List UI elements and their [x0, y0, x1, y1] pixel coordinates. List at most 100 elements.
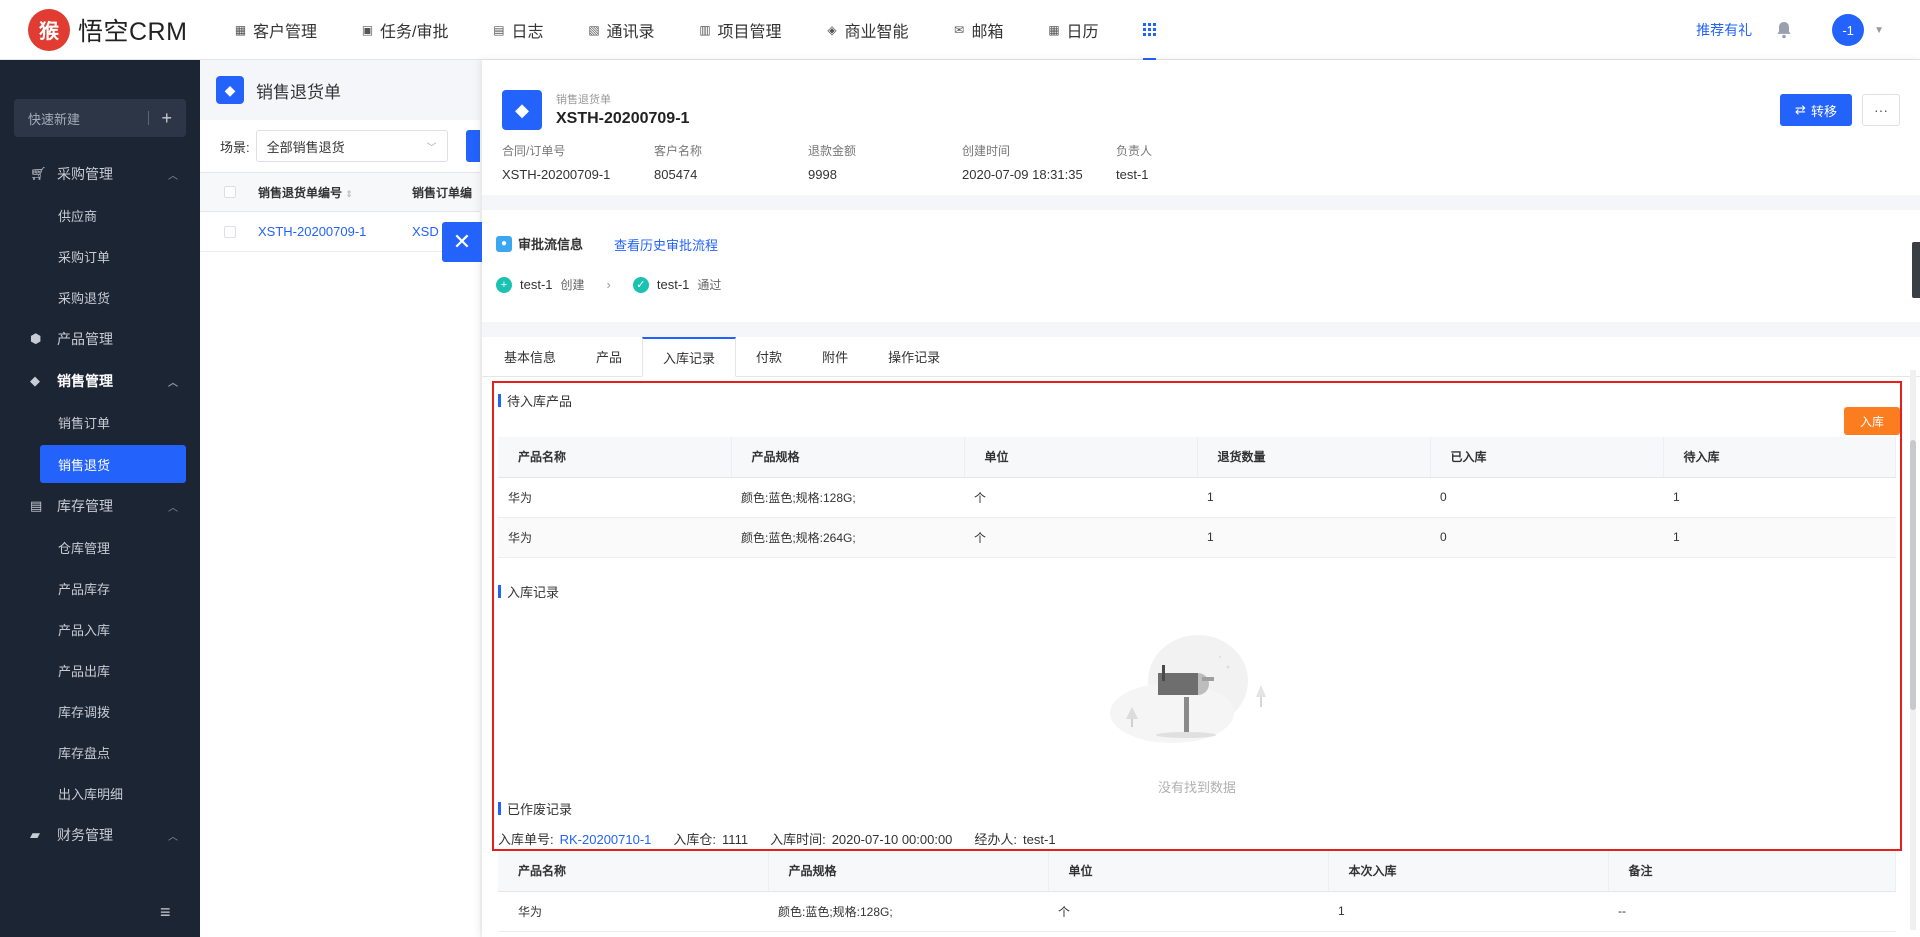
field-customer: 客户名称 805474: [654, 144, 703, 182]
approval-action: 创建: [560, 278, 585, 292]
logo[interactable]: 猴 悟空CRM: [28, 8, 198, 51]
nav-bi[interactable]: ◈ 商业智能: [826, 0, 908, 60]
tab-operation-log[interactable]: 操作记录: [868, 336, 960, 376]
approver-name: test-1: [656, 277, 690, 292]
approval-history-link[interactable]: 查看历史审批流程: [614, 235, 718, 254]
section-title-pending: 待入库产品: [498, 391, 572, 410]
nav-contacts[interactable]: ▧ 通讯录: [587, 0, 654, 60]
sidebar-group-product[interactable]: ⬢ 产品管理: [0, 318, 200, 360]
column-header[interactable]: 销售订单编: [412, 184, 472, 201]
column-header[interactable]: 销售退货单编号 ⇕: [258, 184, 412, 201]
nav-apps[interactable]: [1142, 0, 1156, 60]
transfer-button[interactable]: ⇄ 转移: [1780, 94, 1852, 126]
collapse-menu-icon[interactable]: ≡: [160, 902, 171, 923]
field-created: 创建时间 2020-07-09 18:31:35: [962, 144, 1083, 182]
scrollbar-thumb[interactable]: [1910, 440, 1916, 710]
more-button[interactable]: ···: [1862, 94, 1900, 126]
sidebar-item-stocktake[interactable]: 库存盘点: [0, 732, 200, 773]
sidebar-group-purchase[interactable]: 🛒︎ 采购管理 ︿: [0, 153, 200, 195]
order-no-link[interactable]: XSD: [412, 224, 439, 239]
sidebar-item-sales-order[interactable]: 销售订单: [0, 402, 200, 443]
stock-in-no-link[interactable]: RK-20200710-1: [560, 832, 652, 847]
tab-stock-in-records[interactable]: 入库记录: [642, 337, 737, 377]
nav-log[interactable]: ▤ 日志: [492, 0, 543, 60]
sidebar-group-label: 产品管理: [57, 331, 113, 347]
sidebar-group-finance[interactable]: ▰ 财务管理 ︿: [0, 814, 200, 856]
recommend-link[interactable]: 推荐有礼: [1696, 20, 1752, 40]
table-row[interactable]: 华为 颜色:蓝色;规格:128G; 个 1 0 1: [498, 477, 1896, 518]
chevron-up-icon: ︿: [168, 170, 178, 182]
sidebar-item-stock-in[interactable]: 产品入库: [0, 609, 200, 650]
sidebar-item-transfer[interactable]: 库存调拨: [0, 691, 200, 732]
page-title: 销售退货单: [256, 82, 341, 102]
field-refund: 退款金额 9998: [808, 144, 857, 182]
tab-payment[interactable]: 付款: [736, 336, 802, 376]
contacts-icon: ▧: [588, 22, 600, 37]
transfer-icon: ⇄: [1795, 102, 1806, 117]
list-header: ◆ 销售退货单: [200, 60, 480, 120]
sidebar-item-warehouse[interactable]: 仓库管理: [0, 527, 200, 568]
wallet-icon: ▰: [30, 827, 40, 842]
nav-project[interactable]: ▥ 项目管理: [699, 0, 781, 60]
chevron-down-icon: ﹀: [426, 142, 437, 154]
table-row[interactable]: XSTH-20200709-1 XSD: [200, 212, 480, 252]
sidebar-item-stock[interactable]: 产品库存: [0, 568, 200, 609]
tab-basic-info[interactable]: 基本信息: [484, 336, 576, 376]
nav-label: 邮箱: [971, 23, 1004, 41]
section-title-records: 入库记录: [498, 582, 559, 601]
brand-name: 悟空CRM: [78, 17, 188, 46]
nav-label: 客户管理: [253, 23, 318, 41]
sidebar-item-supplier[interactable]: 供应商: [0, 195, 200, 236]
table-row[interactable]: 华为 颜色:蓝色;规格:128G; 个 1 --: [498, 891, 1896, 932]
chevron-down-icon[interactable]: ▼: [1874, 25, 1884, 36]
plus-icon: +: [148, 109, 172, 127]
scene-value: 全部销售退货: [266, 139, 345, 155]
chevron-right-icon: ›: [606, 277, 611, 292]
sort-icon[interactable]: ⇕: [345, 189, 353, 199]
nav-label: 通讯录: [606, 23, 655, 41]
field-owner: 负责人 test-1: [1116, 144, 1153, 182]
sidebar-item-purchase-order[interactable]: 采购订单: [0, 236, 200, 277]
scrollbar[interactable]: [1910, 370, 1916, 930]
sidebar-group-label: 采购管理: [57, 166, 113, 182]
sidebar-group-label: 销售管理: [57, 373, 113, 389]
sidebar-item-inout-detail[interactable]: 出入库明细: [0, 773, 200, 814]
sidebar-item-purchase-return[interactable]: 采购退货: [0, 277, 200, 318]
nav-customer[interactable]: ▦ 客户管理: [234, 0, 317, 60]
row-checkbox[interactable]: [224, 225, 236, 238]
sidebar-item-stock-out[interactable]: 产品出库: [0, 650, 200, 691]
empty-mailbox-illustration: [1102, 627, 1272, 777]
stock-in-button[interactable]: 入库: [1844, 407, 1900, 435]
sidebar-group-label: 库存管理: [57, 498, 113, 514]
list-area: ◆ 销售退货单 场景: 全部销售退货 ﹀ 销售退货单编号 ⇕ 销售订单编 XSTH…: [200, 60, 480, 937]
create-button[interactable]: [465, 130, 480, 162]
approval-section: ● 审批流信息 查看历史审批流程 + test-1 创建 › ✓ test-1 通…: [482, 210, 1920, 322]
chevron-up-icon: ︿: [168, 831, 178, 843]
approval-title: ● 审批流信息: [496, 234, 583, 253]
tab-product[interactable]: 产品: [576, 336, 642, 376]
side-widget[interactable]: [1912, 242, 1920, 298]
nav-task[interactable]: ▣ 任务/审批: [361, 0, 449, 60]
table-row[interactable]: 华为 颜色:蓝色;规格:264G; 个 1 0 1: [498, 517, 1896, 558]
check-circle-icon: ✓: [632, 276, 649, 293]
sidebar-group-inventory[interactable]: ▤ 库存管理 ︿: [0, 485, 200, 527]
bell-icon[interactable]: [1776, 21, 1792, 39]
tabs-section: 基本信息 产品 入库记录 付款 附件 操作记录 待入库产品 入库 产品名称 产品…: [482, 337, 1920, 937]
detail-type: 销售退货单: [556, 94, 611, 106]
quick-new-button[interactable]: 快速新建 +: [14, 99, 186, 137]
nav-calendar[interactable]: ▦ 日历: [1048, 0, 1098, 60]
nav-mail[interactable]: ✉ 邮箱: [953, 0, 1004, 60]
scene-label: 场景:: [220, 139, 250, 155]
scene-select[interactable]: 全部销售退货 ﹀: [255, 130, 448, 162]
sidebar-group-sales[interactable]: ◆ 销售管理 ︿: [0, 360, 200, 402]
chevron-up-icon: ︿: [168, 377, 178, 389]
sidebar-item-sales-return[interactable]: 销售退货: [40, 445, 186, 483]
select-all-checkbox[interactable]: [224, 186, 236, 198]
calendar-icon: ▦: [1048, 22, 1060, 37]
close-icon[interactable]: ✕: [442, 222, 482, 262]
detail-header: ◆ 销售退货单 XSTH-20200709-1 ⇄ 转移 ··· 合同/订单号 XS…: [482, 60, 1920, 195]
return-no-link[interactable]: XSTH-20200709-1: [258, 224, 412, 239]
tab-attachment[interactable]: 附件: [802, 336, 868, 376]
empty-text: 没有找到数据: [1157, 780, 1236, 795]
avatar[interactable]: -1: [1832, 14, 1865, 46]
